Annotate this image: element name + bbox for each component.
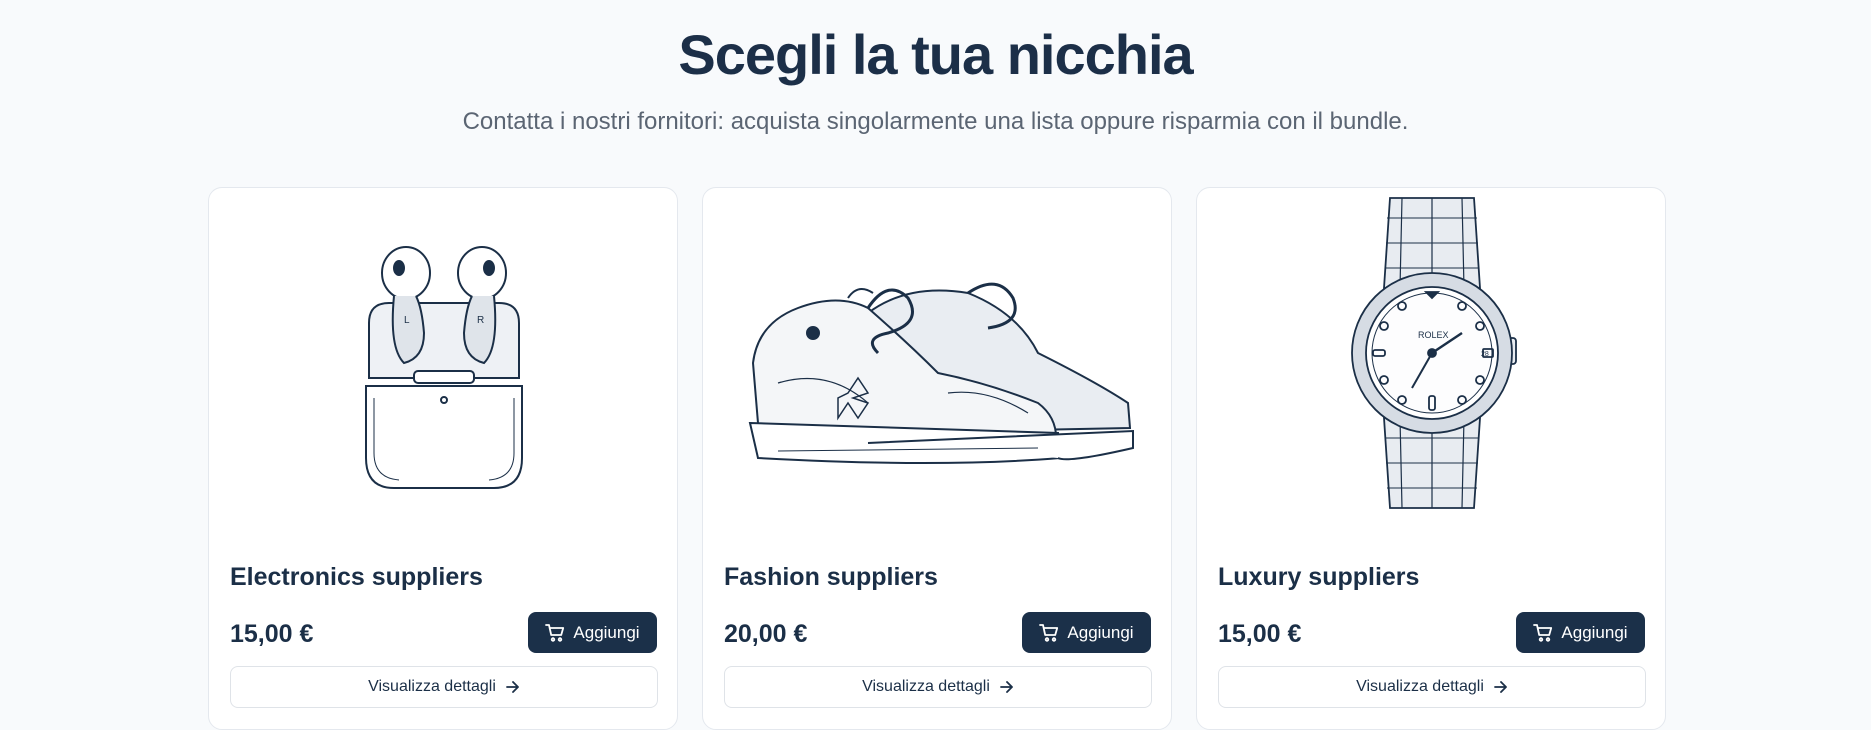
watch-illustration: ROLEX 28 [1197, 188, 1665, 548]
card-title: Fashion suppliers [724, 563, 938, 591]
add-to-cart-button[interactable]: Aggiungi [1022, 612, 1151, 653]
view-details-button[interactable]: Visualizza dettagli [230, 666, 658, 708]
product-card-electronics: L R Electronics suppliers 15,00 € Aggiun… [208, 187, 678, 730]
card-price: 15,00 € [1218, 620, 1302, 648]
watch-date-label: 28 [1481, 351, 1489, 358]
card-price: 15,00 € [230, 620, 314, 648]
view-details-button[interactable]: Visualizza dettagli [1218, 666, 1646, 708]
watch-brand-label: ROLEX [1418, 330, 1449, 340]
card-title: Electronics suppliers [230, 563, 483, 591]
arrow-right-icon [505, 681, 520, 693]
cart-icon [1039, 623, 1059, 642]
card-price: 20,00 € [724, 620, 808, 648]
earbuds-illustration: L R [209, 188, 677, 548]
card-title: Luxury suppliers [1218, 563, 1420, 591]
add-to-cart-label: Aggiungi [573, 622, 640, 642]
view-details-label: Visualizza dettagli [1356, 678, 1484, 695]
page-subtitle: Contatta i nostri fornitori: acquista si… [462, 108, 1409, 135]
view-details-label: Visualizza dettagli [368, 678, 496, 695]
earbud-right-label: R [477, 315, 484, 326]
arrow-right-icon [1493, 681, 1508, 693]
earbud-left-label: L [404, 315, 410, 326]
add-to-cart-button[interactable]: Aggiungi [1516, 612, 1645, 653]
sneakers-illustration [703, 188, 1171, 548]
cart-icon [545, 623, 565, 642]
product-card-luxury: ROLEX 28 Luxury suppliers 15,00 € Aggiun… [1196, 187, 1666, 730]
add-to-cart-label: Aggiungi [1561, 622, 1628, 642]
add-to-cart-button[interactable]: Aggiungi [528, 612, 657, 653]
view-details-label: Visualizza dettagli [862, 678, 990, 695]
product-card-fashion: Fashion suppliers 20,00 € Aggiungi Visua… [702, 187, 1172, 730]
page-title: Scegli la tua nicchia [678, 23, 1193, 86]
view-details-button[interactable]: Visualizza dettagli [724, 666, 1152, 708]
cart-icon [1533, 623, 1553, 642]
arrow-right-icon [999, 681, 1014, 693]
add-to-cart-label: Aggiungi [1067, 622, 1134, 642]
